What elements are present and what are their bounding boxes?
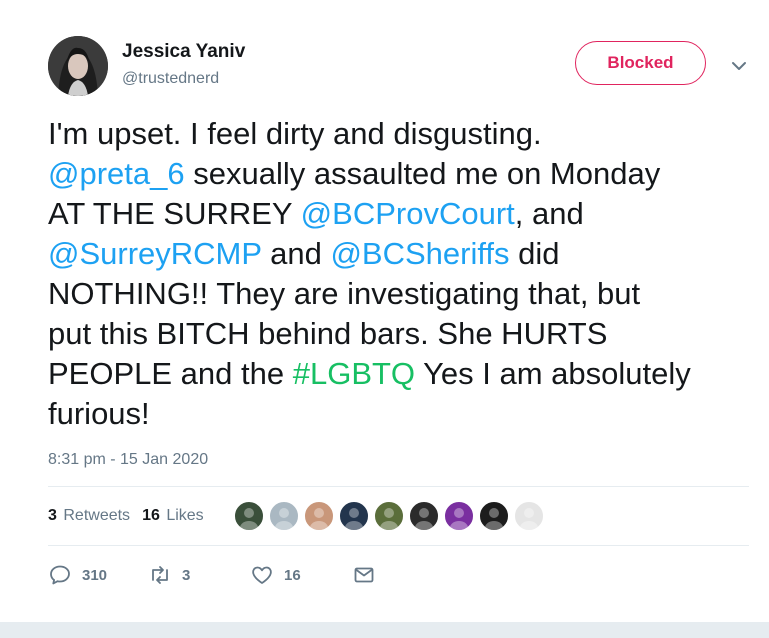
likers-avatars <box>234 501 549 531</box>
user-handle[interactable]: @trustednerd <box>122 70 219 88</box>
likes-count: 16 <box>142 507 160 524</box>
tweet-text-segment: and <box>261 236 331 271</box>
page-footer-strip <box>0 622 769 638</box>
likes-stat[interactable]: 16 Likes <box>142 507 204 525</box>
retweets-stat[interactable]: 3 Retweets <box>48 507 130 525</box>
reply-icon <box>50 565 70 585</box>
tweet-stats: 3 Retweets 16 Likes <box>48 507 216 525</box>
tweet-text: I'm upset. I feel dirty and disgusting. … <box>48 114 738 434</box>
divider <box>48 486 749 487</box>
like-button[interactable]: 16 <box>250 563 301 587</box>
liker-avatar-6[interactable] <box>409 501 439 531</box>
tweet-actions: 310 3 16 <box>48 563 448 589</box>
retweet-icon <box>152 566 168 584</box>
liker-avatar-5[interactable] <box>374 501 404 531</box>
divider <box>48 545 749 546</box>
retweets-label: Retweets <box>63 507 131 524</box>
liker-avatar-9[interactable] <box>514 501 544 531</box>
reply-button[interactable]: 310 <box>48 563 107 587</box>
chevron-down-icon[interactable] <box>729 56 749 76</box>
retweet-button[interactable]: 3 <box>148 563 190 587</box>
avatar[interactable] <box>48 36 108 96</box>
mention-link[interactable]: @SurreyRCMP <box>48 236 262 271</box>
liker-avatar-2[interactable] <box>269 501 299 531</box>
display-name[interactable]: Jessica Yaniv <box>122 41 245 63</box>
hashtag-link[interactable]: #LGBTQ <box>293 356 415 391</box>
liker-avatar-4[interactable] <box>339 501 369 531</box>
heart-icon <box>252 566 272 584</box>
direct-message-button[interactable] <box>352 563 386 587</box>
tweet-timestamp[interactable]: 8:31 pm - 15 Jan 2020 <box>48 451 208 469</box>
tweet-card: Jessica Yaniv @trustednerd Blocked I'm u… <box>0 0 769 622</box>
mention-link[interactable]: @preta_6 <box>48 156 185 191</box>
retweets-count: 3 <box>48 507 57 524</box>
tweet-text-segment: , and <box>514 196 584 231</box>
liker-avatar-1[interactable] <box>234 501 264 531</box>
likes-label: Likes <box>166 507 204 524</box>
mention-link[interactable]: @BCSheriffs <box>330 236 509 271</box>
envelope-icon <box>354 567 374 583</box>
blocked-button[interactable]: Blocked <box>575 41 706 85</box>
liker-avatar-7[interactable] <box>444 501 474 531</box>
liker-avatar-8[interactable] <box>479 501 509 531</box>
retweet-count: 3 <box>182 566 191 584</box>
tweet-text-segment: I'm upset. I feel dirty and disgusting. <box>48 116 542 151</box>
like-count: 16 <box>284 566 301 584</box>
liker-avatar-3[interactable] <box>304 501 334 531</box>
mention-link[interactable]: @BCProvCourt <box>301 196 515 231</box>
reply-count: 310 <box>82 566 108 584</box>
